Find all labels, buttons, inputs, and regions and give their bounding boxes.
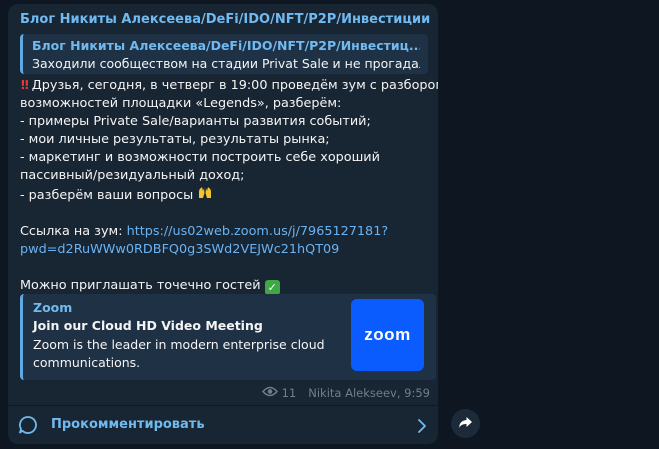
message-text: !! Друзья, сегодня, в четверг в 19:00 пр… (20, 77, 438, 295)
channel-name[interactable]: Блог Никиты Алексеева/DeFi/IDO/NFT/P2P/И… (20, 12, 430, 27)
message-line: - маркетинг и возможности построить себе… (20, 150, 380, 165)
link-line: pwd=d2RuWWw0RDBFQ0g3SWd2VEJWc21hQT09 (20, 241, 436, 259)
message-line: пассивный/резидуальный доход; (20, 168, 245, 183)
preview-site-name: Zoom (33, 300, 73, 315)
comment-button[interactable]: Прокомментировать (8, 406, 438, 444)
message-line: - примеры Private Sale/варианты развития… (20, 114, 371, 129)
eye-icon (261, 386, 278, 400)
message-line: !! Друзья, сегодня, в четверг в 19:00 пр… (20, 78, 438, 93)
message-bubble: Блог Никиты Алексеева/DeFi/IDO/NFT/P2P/И… (8, 4, 438, 444)
raised-hands-icon (197, 185, 213, 205)
double-exclamation-icon: !! (20, 78, 30, 93)
forward-button[interactable] (451, 409, 480, 438)
comment-label: Прокомментировать (51, 417, 205, 432)
forward-arrow-icon (458, 414, 473, 433)
message-line: - мои личные результаты, результаты рынк… (20, 132, 330, 147)
zoom-link-continued[interactable]: pwd=d2RuWWw0RDBFQ0g3SWd2VEJWc21hQT09 (20, 242, 339, 257)
message-meta: 11 Nikita Alekseev, 9:59 (261, 386, 430, 400)
check-mark-icon: ✓ (264, 280, 280, 295)
view-count: 11 (281, 386, 297, 400)
chevron-right-icon (418, 418, 426, 437)
zoom-logo-text: zoom (364, 325, 411, 344)
preview-description: Zoom is the leader in modern enterprise … (33, 337, 325, 370)
reply-title: Блог Никиты Алексеева/DeFi/IDO/NFT/P2P/И… (32, 38, 420, 53)
message-line: возможностей площадки «Legends», разберё… (20, 96, 342, 111)
closing-line: Можно приглашать точечно гостей ✓ (20, 277, 436, 295)
zoom-logo-thumbnail[interactable]: zoom (351, 299, 424, 371)
message-line: - разберём ваши вопросы (20, 185, 436, 205)
reply-text: Заходили сообществом на стадии Privat Sa… (32, 56, 420, 71)
comment-bubble-icon (18, 415, 38, 439)
zoom-link[interactable]: https://us02web.zoom.us/j/7965127181? (127, 224, 389, 239)
reply-quote[interactable]: Блог Никиты Алексеева/DeFi/IDO/NFT/P2P/И… (20, 34, 428, 74)
link-label: Ссылка на зум: (20, 224, 127, 239)
preview-title: Join our Cloud HD Video Meeting (33, 318, 263, 333)
author-time: Nikita Alekseev, 9:59 (308, 386, 430, 400)
link-line: Ссылка на зум: https://us02web.zoom.us/j… (20, 223, 436, 241)
link-preview[interactable]: Zoom Join our Cloud HD Video Meeting Zoo… (20, 294, 436, 380)
